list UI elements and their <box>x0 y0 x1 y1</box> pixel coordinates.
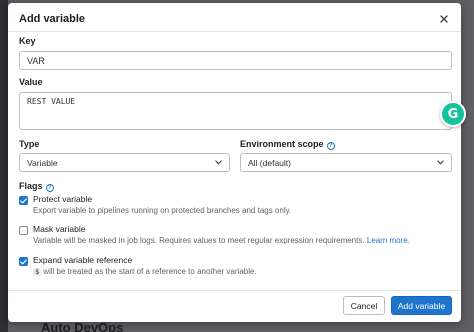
protect-variable-help: Export variable to pipelines running on … <box>33 206 292 215</box>
expand-variable-reference-checkbox[interactable] <box>19 257 28 266</box>
environment-scope-value: All (default) <box>248 157 291 168</box>
check-icon <box>20 197 27 203</box>
type-select-value: Variable <box>27 157 58 168</box>
value-label: Value <box>19 77 43 87</box>
environment-scope-select[interactable]: All (default) <box>240 153 452 172</box>
expand-variable-reference-help: $ will be treated as the start of a refer… <box>33 267 257 276</box>
close-icon <box>440 15 448 23</box>
environment-scope-label: Environment scope? <box>240 139 335 150</box>
footer-divider <box>8 290 461 291</box>
close-button[interactable] <box>435 10 453 28</box>
type-label: Type <box>19 139 40 149</box>
expand-variable-reference-label[interactable]: Expand variable reference <box>33 255 132 265</box>
question-icon[interactable]: ? <box>326 142 335 150</box>
question-icon[interactable]: ? <box>45 184 54 192</box>
mask-variable-label[interactable]: Mask variable <box>33 224 85 234</box>
add-variable-modal: Add variable Key VAR Value REST VALUE Ty… <box>8 3 461 322</box>
flags-label: Flags? <box>19 181 54 192</box>
flags-label-text: Flags <box>19 181 43 191</box>
grammarly-icon[interactable]: G <box>440 101 466 127</box>
type-select[interactable]: Variable <box>19 153 230 172</box>
expand-variable-reference-help-text: will be treated as the start of a refere… <box>43 267 257 276</box>
page-backdrop-edge <box>0 0 8 332</box>
chevron-down-icon <box>437 160 444 165</box>
add-variable-button[interactable]: Add variable <box>391 296 452 315</box>
key-label: Key <box>19 36 36 46</box>
mask-variable-help: Variable will be masked in job logs. Req… <box>33 236 410 245</box>
protect-variable-label[interactable]: Protect variable <box>33 194 92 204</box>
grammarly-letter: G <box>447 106 459 122</box>
chevron-down-icon <box>215 160 222 165</box>
key-input[interactable]: VAR <box>19 51 452 70</box>
check-icon <box>20 258 27 264</box>
header-divider <box>8 31 461 32</box>
key-input-value: VAR <box>27 55 45 66</box>
mask-variable-checkbox[interactable] <box>19 226 28 235</box>
protect-variable-checkbox[interactable] <box>19 196 28 205</box>
dollar-code-chip: $ <box>33 268 42 276</box>
cancel-button[interactable]: Cancel <box>343 296 385 315</box>
modal-title: Add variable <box>19 13 86 25</box>
value-textarea[interactable]: REST VALUE <box>19 92 452 130</box>
environment-scope-label-text: Environment scope <box>240 139 324 149</box>
learn-more-link[interactable]: Learn more. <box>367 236 410 245</box>
value-textarea-value: REST VALUE <box>27 97 76 106</box>
mask-variable-help-text: Variable will be masked in job logs. Req… <box>33 236 365 245</box>
